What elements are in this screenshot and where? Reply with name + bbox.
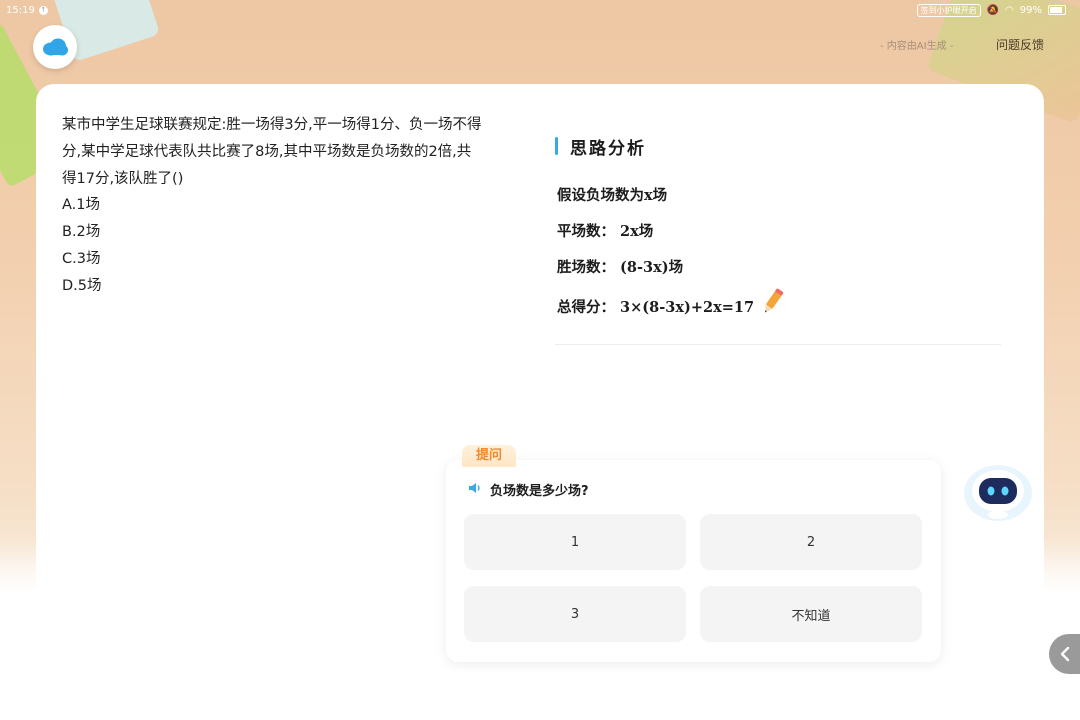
analysis-line: 总得分： 3×(8-3x)+2x=17 <box>555 286 1001 322</box>
app-logo-button[interactable] <box>33 25 77 69</box>
analysis-line: 假设负场数为x场 <box>555 178 1001 214</box>
speaker-icon[interactable] <box>468 482 482 498</box>
answer-button-3[interactable]: 3 <box>464 586 686 642</box>
analysis-line: 平场数： 2x场 <box>555 214 1001 250</box>
feedback-button[interactable]: 问题反馈 <box>996 36 1044 53</box>
option-b[interactable]: B.2场 <box>62 219 102 246</box>
analysis-line: 胜场数： (8-3x)场 <box>555 250 1001 286</box>
question-text: 某市中学生足球联赛规定:胜一场得3分,平一场得1分、负一场不得分,某中学足球代表… <box>62 117 482 187</box>
ask-panel: 提问 负场数是多少场? 1 2 3 不知道 <box>446 445 941 662</box>
analysis-accent-bar <box>555 137 558 155</box>
analysis-line-text: 假设负场数为x场 <box>557 187 668 204</box>
battery-icon <box>1048 5 1066 15</box>
ai-generated-note: - 内容由AI生成 - <box>880 41 954 52</box>
wifi-icon: ◠ <box>1005 4 1014 16</box>
status-time: 15:19 <box>6 4 35 16</box>
robot-assistant-icon[interactable] <box>962 462 1034 524</box>
answer-button-2[interactable]: 2 <box>700 514 922 570</box>
battery-percent: 99% <box>1019 4 1042 16</box>
answer-button-1[interactable]: 1 <box>464 514 686 570</box>
analysis-line-text: 平场数： 2x场 <box>557 223 654 240</box>
option-d[interactable]: D.5场 <box>62 273 102 300</box>
analysis-title: 思路分析 <box>570 138 646 159</box>
analysis-header: 思路分析 <box>555 132 1001 160</box>
status-right: 签到小护眼开启 🔕 ◠ 99% <box>916 3 1066 17</box>
ask-question-text: 负场数是多少场? <box>490 484 589 499</box>
pencil-icon <box>760 286 786 330</box>
analysis-line-text: 胜场数： (8-3x)场 <box>557 259 684 276</box>
notification-icon: ↑ <box>38 5 48 15</box>
analysis-divider <box>555 344 1001 345</box>
status-left: 15:19 ↑ <box>6 5 48 16</box>
analysis-lines: 假设负场数为x场 平场数： 2x场 胜场数： (8-3x)场 总得分： 3×(8… <box>555 178 1001 322</box>
ask-tag: 提问 <box>462 445 516 467</box>
analysis-section: 思路分析 假设负场数为x场 平场数： 2x场 胜场数： (8-3x)场 总得分：… <box>555 132 1001 322</box>
chevron-left-icon <box>1060 646 1070 662</box>
eye-care-chip: 签到小护眼开启 <box>916 3 981 17</box>
ask-question: 负场数是多少场? <box>468 480 589 499</box>
option-c[interactable]: C.3场 <box>62 246 102 273</box>
status-bar: 15:19 ↑ 签到小护眼开启 🔕 ◠ 99% <box>0 0 1080 20</box>
options-list: A.1场 B.2场 C.3场 D.5场 <box>62 192 102 300</box>
cloud-icon <box>43 38 68 56</box>
bell-off-icon: 🔕 <box>986 4 1000 16</box>
answer-button-unknown[interactable]: 不知道 <box>700 586 922 642</box>
analysis-line-text: 总得分： 3×(8-3x)+2x=17 <box>557 299 755 316</box>
option-a[interactable]: A.1场 <box>62 192 102 219</box>
